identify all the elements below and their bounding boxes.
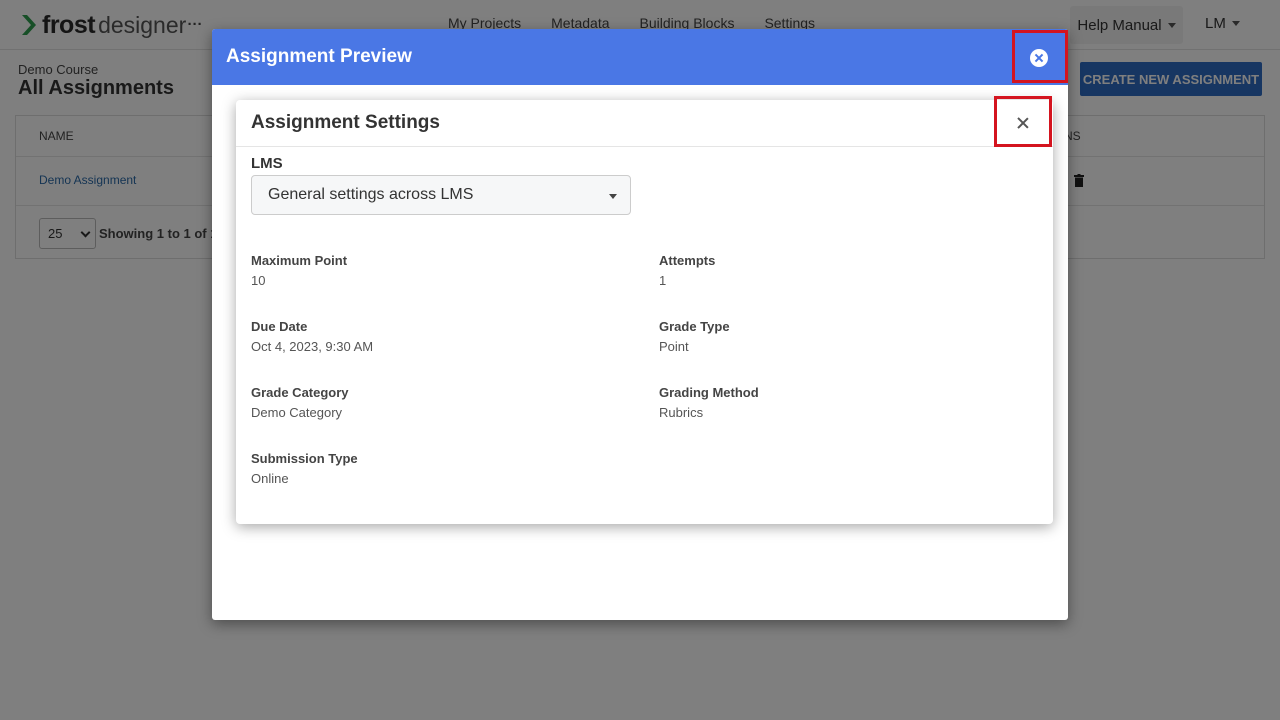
field-label: Grading Method <box>659 385 759 400</box>
field-grade-type: Grade Type Point <box>659 319 730 354</box>
field-label: Maximum Point <box>251 253 348 268</box>
field-attempts: Attempts 1 <box>659 253 715 288</box>
caret-down-icon <box>609 194 617 199</box>
field-maximum-point: Maximum Point 10 <box>251 253 347 288</box>
field-label: Grade Category <box>251 385 349 400</box>
assignment-settings-dialog: Assignment Settings LMS General settings… <box>236 96 1053 524</box>
highlight-box <box>1012 30 1068 83</box>
field-value: 1 <box>659 273 667 288</box>
field-label: Grade Type <box>659 319 730 334</box>
field-grading-method: Grading Method Rubrics <box>659 385 759 420</box>
lms-select[interactable]: General settings across LMS <box>251 175 631 215</box>
field-value: Demo Category <box>251 405 343 420</box>
lms-label: LMS <box>251 155 283 172</box>
settings-dialog-header: Assignment Settings <box>236 96 1053 147</box>
field-value: Rubrics <box>659 405 704 420</box>
field-value: Point <box>659 339 689 354</box>
field-label: Due Date <box>251 319 308 334</box>
preview-modal-header: Assignment Preview <box>212 29 1068 85</box>
assignment-preview-modal: Assignment Preview Assignment Settings L… <box>212 29 1068 620</box>
field-value: 10 <box>251 273 266 288</box>
settings-dialog-title: Assignment Settings <box>251 112 440 133</box>
field-submission-type: Submission Type Online <box>251 451 358 486</box>
field-grade-category: Grade Category Demo Category <box>251 385 349 420</box>
field-due-date: Due Date Oct 4, 2023, 9:30 AM <box>251 319 373 354</box>
field-label: Submission Type <box>251 451 358 466</box>
field-value: Oct 4, 2023, 9:30 AM <box>251 339 374 354</box>
preview-modal-title: Assignment Preview <box>226 46 412 67</box>
field-value: Online <box>251 471 289 486</box>
highlight-box <box>994 96 1052 147</box>
field-label: Attempts <box>659 253 716 268</box>
lms-select-value: General settings across LMS <box>268 186 474 203</box>
